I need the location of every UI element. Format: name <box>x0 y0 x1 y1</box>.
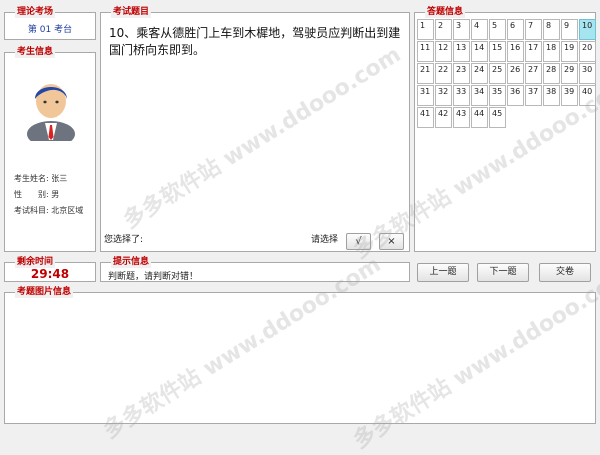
submit-exam-button[interactable]: 交卷 <box>539 263 591 282</box>
answer-cell[interactable]: 24 <box>471 63 488 84</box>
answer-cell[interactable]: 44 <box>471 107 488 128</box>
answer-cell[interactable]: 27 <box>525 63 542 84</box>
candidate-gender-value: 男 <box>51 190 60 199</box>
answer-cell[interactable]: 25 <box>489 63 506 84</box>
answer-cell[interactable]: 31 <box>417 85 434 106</box>
answer-cell[interactable]: 11 <box>417 41 434 62</box>
candidate-panel: 考生信息 考生姓名: 张三 性 别: 男 考试科目: 北京区域 <box>4 46 96 252</box>
answer-cell[interactable]: 4 <box>471 19 488 40</box>
answer-true-button[interactable]: √ <box>346 233 371 250</box>
answer-cell[interactable]: 1 <box>417 19 434 40</box>
next-question-button[interactable]: 下一题 <box>477 263 529 282</box>
exam-seat-number: 第 01 考台 <box>27 25 73 35</box>
answer-cell[interactable]: 30 <box>579 63 596 84</box>
answer-cell[interactable]: 39 <box>561 85 578 106</box>
answer-cell[interactable]: 13 <box>453 41 470 62</box>
answer-cell[interactable]: 14 <box>471 41 488 62</box>
answer-cell[interactable]: 21 <box>417 63 434 84</box>
answer-cell[interactable]: 45 <box>489 107 506 128</box>
answer-cell[interactable]: 35 <box>489 85 506 106</box>
candidate-title: 考生信息 <box>15 46 56 58</box>
candidate-name-value: 张三 <box>51 174 68 183</box>
question-title: 考试题目 <box>111 6 152 18</box>
answer-cell[interactable]: 16 <box>507 41 524 62</box>
candidate-subject-label: 考试科目: <box>14 206 49 215</box>
answer-cell[interactable]: 34 <box>471 85 488 106</box>
candidate-gender-label: 性 别: <box>14 190 49 199</box>
question-image-panel: 考题图片信息 <box>4 286 596 424</box>
answer-cell[interactable]: 20 <box>579 41 596 62</box>
remaining-time-value: 29:48 <box>30 267 70 281</box>
answer-cell[interactable]: 7 <box>525 19 542 40</box>
candidate-name-row: 考生姓名: 张三 <box>14 173 67 184</box>
answer-cell[interactable]: 38 <box>543 85 560 106</box>
exam-room-panel: 理论考场 第 01 考台 <box>4 6 96 40</box>
answer-cell[interactable]: 22 <box>435 63 452 84</box>
exam-room-title: 理论考场 <box>15 6 56 18</box>
answer-cell[interactable]: 12 <box>435 41 452 62</box>
answer-cell[interactable]: 41 <box>417 107 434 128</box>
answer-cell[interactable]: 9 <box>561 19 578 40</box>
answer-cell[interactable]: 8 <box>543 19 560 40</box>
answer-cell[interactable]: 15 <box>489 41 506 62</box>
answer-cell[interactable]: 36 <box>507 85 524 106</box>
remaining-time-panel: 剩余时间 29:48 <box>4 256 96 282</box>
answer-cell[interactable]: 23 <box>453 63 470 84</box>
hint-text: 判断题，请判断对错！ <box>108 272 199 282</box>
candidate-gender-row: 性 别: 男 <box>14 189 59 200</box>
answer-cell[interactable]: 29 <box>561 63 578 84</box>
answer-grid-title: 答题信息 <box>425 6 466 18</box>
previous-question-button[interactable]: 上一题 <box>417 263 469 282</box>
answer-cell[interactable]: 32 <box>435 85 452 106</box>
answer-cell[interactable]: 43 <box>453 107 470 128</box>
answer-cell[interactable]: 10 <box>579 19 596 40</box>
answer-cell[interactable]: 33 <box>453 85 470 106</box>
answer-cell[interactable]: 26 <box>507 63 524 84</box>
please-choose-label: 请选择 <box>311 235 339 245</box>
avatar <box>27 84 75 141</box>
answer-cell[interactable]: 17 <box>525 41 542 62</box>
candidate-subject-row: 考试科目: 北京区域 <box>14 205 83 216</box>
question-panel: 考试题目 10、乘客从德胜门上车到木樨地，驾驶员应判断出到建国门桥向东即到。 您… <box>100 6 410 252</box>
answer-cell[interactable]: 5 <box>489 19 506 40</box>
you-chose-label: 您选择了: <box>104 235 144 245</box>
answer-false-button[interactable]: × <box>379 233 404 250</box>
answer-cell[interactable]: 2 <box>435 19 452 40</box>
answer-cell[interactable]: 3 <box>453 19 470 40</box>
answer-cell[interactable]: 19 <box>561 41 578 62</box>
answer-cell[interactable]: 18 <box>543 41 560 62</box>
answer-cell[interactable]: 40 <box>579 85 596 106</box>
answer-cell[interactable]: 6 <box>507 19 524 40</box>
question-text: 10、乘客从德胜门上车到木樨地，驾驶员应判断出到建国门桥向东即到。 <box>109 26 401 57</box>
hint-title: 提示信息 <box>111 256 152 268</box>
hint-panel: 提示信息 判断题，请判断对错！ <box>100 256 410 282</box>
candidate-name-label: 考生姓名: <box>14 174 49 183</box>
answer-cell[interactable]: 37 <box>525 85 542 106</box>
answer-cell[interactable]: 42 <box>435 107 452 128</box>
answer-cell[interactable]: 28 <box>543 63 560 84</box>
question-image-title: 考题图片信息 <box>15 286 74 298</box>
candidate-subject-value: 北京区域 <box>51 206 84 215</box>
answer-grid-panel: 答题信息 1 2 3 4 5 6 7 8 9 10 11 12 13 14 15 16 17 18 19 20 21 22… <box>414 6 596 252</box>
